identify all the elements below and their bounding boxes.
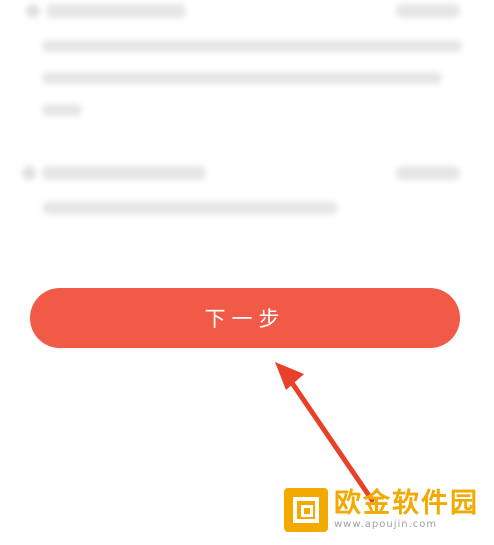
section-2-icon (22, 166, 36, 180)
watermark-url: www.apoujin.com (334, 519, 438, 530)
next-button-label: 下一步 (204, 307, 286, 331)
section-2-line-1 (42, 202, 338, 214)
blurred-content (0, 0, 494, 270)
section-1-line-1 (42, 40, 462, 52)
section-1-line-3 (42, 104, 82, 116)
section-1-toggle (396, 4, 460, 18)
watermark-logo-icon (284, 488, 328, 532)
section-2-title (42, 166, 206, 180)
watermark: 欧金软件园 www.apoujin.com (284, 487, 482, 533)
section-2-toggle (396, 166, 460, 180)
section-1-icon (26, 4, 40, 18)
section-1-title (46, 4, 186, 18)
section-1-line-2 (42, 72, 442, 84)
next-button[interactable]: 下一步 (30, 288, 460, 348)
watermark-title: 欧金软件园 (334, 488, 479, 519)
